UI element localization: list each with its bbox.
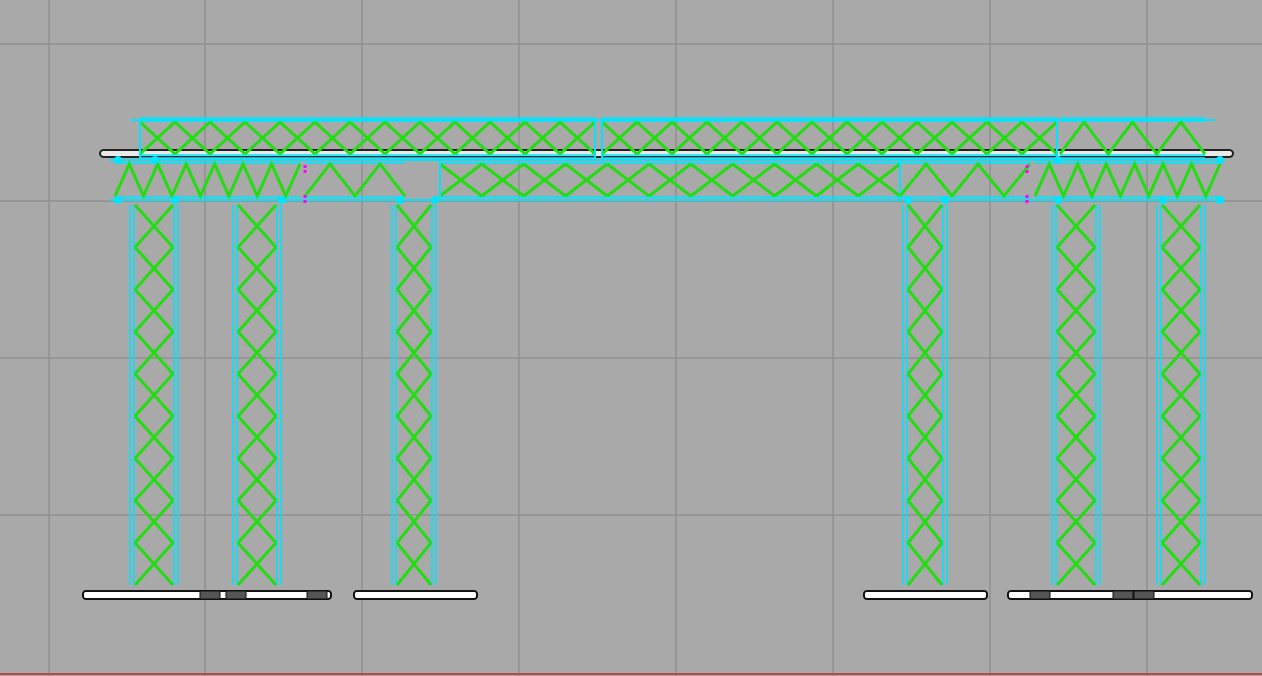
- plate-joint: [1133, 590, 1155, 600]
- truss-node: [396, 196, 404, 204]
- lower-header-truss[interactable]: [110, 156, 1225, 204]
- plate-joint: [199, 590, 221, 600]
- column-4[interactable]: [902, 204, 948, 586]
- truss-node: [1054, 196, 1062, 204]
- lower-truss-module-2: [303, 159, 407, 201]
- lower-truss-module-4: [898, 159, 1032, 201]
- column-2[interactable]: [232, 203, 282, 587]
- truss-node: [1159, 196, 1167, 204]
- plate-joint: [306, 590, 328, 600]
- column-3[interactable]: [391, 204, 437, 586]
- truss-columns[interactable]: [129, 203, 1206, 587]
- base-plate-2: [353, 590, 478, 600]
- truss-node: [904, 196, 912, 204]
- lower-truss-module-right: [1033, 159, 1222, 201]
- lower-truss-module-left: [113, 159, 302, 201]
- plate-joint: [225, 590, 247, 600]
- truss-node: [171, 196, 179, 204]
- column-1[interactable]: [129, 203, 179, 587]
- truss-node: [1216, 156, 1224, 164]
- truss-drawing[interactable]: [0, 0, 1262, 676]
- column-6[interactable]: [1156, 203, 1206, 587]
- truss-node: [1216, 196, 1224, 204]
- truss-lacing: [113, 160, 302, 200]
- truss-node: [1054, 156, 1062, 164]
- plate-joint: [1029, 590, 1051, 600]
- plate-joint: [1112, 590, 1134, 600]
- truss-node: [278, 196, 286, 204]
- base-plates[interactable]: [82, 590, 1253, 600]
- truss-lacing: [898, 161, 1032, 199]
- background-grid: [0, 0, 1262, 676]
- cad-viewport[interactable]: [0, 0, 1262, 676]
- truss-node: [941, 196, 949, 204]
- truss-node: [114, 156, 122, 164]
- truss-node: [151, 156, 159, 164]
- truss-node: [431, 196, 439, 204]
- lower-truss-module-center[interactable]: [439, 159, 901, 201]
- base-plate-3: [863, 590, 988, 600]
- column-5[interactable]: [1051, 203, 1101, 587]
- truss-node: [114, 196, 122, 204]
- truss-lacing: [1033, 160, 1222, 200]
- truss-lacing: [303, 161, 407, 199]
